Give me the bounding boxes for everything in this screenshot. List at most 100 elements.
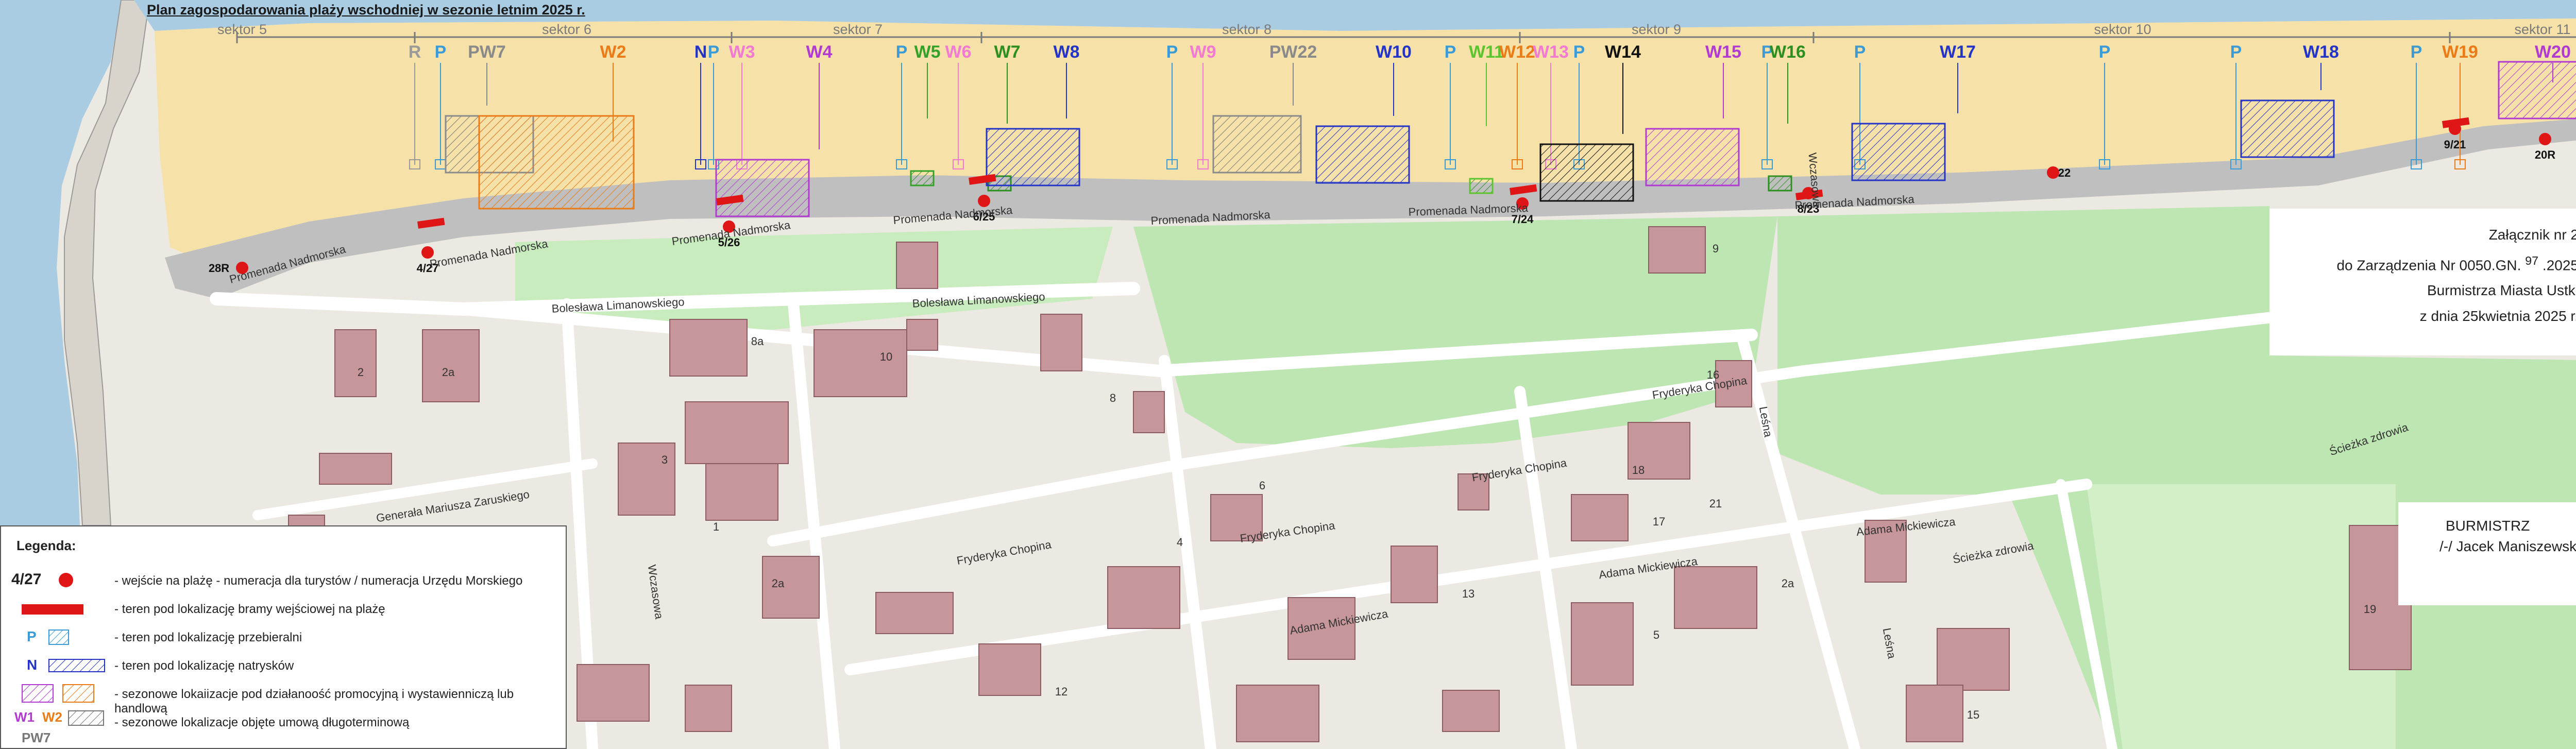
- building: [978, 643, 1041, 696]
- lot-label: PW22: [1269, 42, 1317, 62]
- lot-area: [1469, 178, 1494, 194]
- building: [1442, 690, 1500, 732]
- legend-pw-label: PW7: [22, 730, 51, 745]
- plot-number: 4: [1177, 536, 1183, 549]
- lot-area: [715, 159, 810, 217]
- plot-number: 16: [1707, 368, 1719, 381]
- attachment-line-4: z dnia 25kwietnia 2025 r.: [2419, 308, 2576, 324]
- signature-name: /-/ Jacek Maniszewski: [2439, 538, 2576, 554]
- legend-row-seasonal: - sezonowe lokaiizacje pod działanoość p…: [11, 681, 557, 716]
- entrance-dot: [2047, 166, 2059, 179]
- lot-label: W19: [2442, 42, 2478, 62]
- attachment-line-2: do Zarządzenia Nr 0050.GN. 97 .2025: [2336, 254, 2576, 274]
- lot-label: W16: [1770, 42, 1806, 62]
- plot-number: 9: [1713, 242, 1719, 255]
- lot-label: P: [435, 42, 447, 62]
- legend-symbol-seasonal: [11, 681, 109, 707]
- building: [1937, 628, 2010, 691]
- legend-text-changing: - teren pod lokalizację przebieralni: [114, 631, 302, 644]
- lot-label: PW7: [468, 42, 506, 62]
- building: [1107, 566, 1180, 629]
- lot-label: P: [708, 42, 720, 62]
- legend-text-entrance: - wejście na plażę - numeracja dla turys…: [114, 574, 523, 588]
- lot-area: [1315, 125, 1410, 184]
- lot-label: P: [1166, 42, 1178, 62]
- lot-label: W2: [600, 42, 626, 62]
- shower-hatch-icon: [48, 659, 105, 672]
- legend-row-shower: N - teren pod lokalizację natrysków: [11, 653, 557, 678]
- building: [685, 685, 732, 732]
- lot-label: P: [2230, 42, 2242, 62]
- legend-text-longterm: - sezonowe lokalizacje objęte umową dług…: [114, 716, 410, 729]
- lot-label: W3: [729, 42, 755, 62]
- legend-title: Legenda:: [16, 538, 76, 553]
- lot-area: [2240, 99, 2335, 158]
- plot-number: 2a: [1782, 577, 1794, 590]
- building: [685, 401, 789, 464]
- building: [1133, 391, 1165, 433]
- lot-label: W9: [1190, 42, 1216, 62]
- legend-row-entrance: 4/27 - wejście na plażę - numeracja dla …: [11, 568, 557, 593]
- lot-area: [910, 170, 935, 186]
- building: [1674, 566, 1757, 629]
- lot-area: [1768, 175, 1792, 192]
- entrance-label: 22: [2058, 166, 2071, 179]
- sector-label: sektor 9: [1632, 22, 1681, 37]
- building: [705, 463, 778, 521]
- legend-shower-label: N: [27, 657, 38, 673]
- building: [669, 319, 748, 377]
- lot-label: W18: [2303, 42, 2339, 62]
- building: [1906, 685, 1963, 742]
- plot-number: 8: [1110, 391, 1116, 404]
- building: [1391, 546, 1438, 603]
- lot-label: W14: [1605, 42, 1641, 62]
- plot-number: 18: [1632, 464, 1645, 476]
- attachment-line-3: Burmistrza Miasta Ustki: [2427, 282, 2576, 298]
- gate-bar-icon: [22, 604, 83, 615]
- page-title: Plan zagospodarowania plaży wschodniej w…: [147, 2, 585, 18]
- lot-area: [478, 115, 635, 210]
- beach-entrance: 22: [2047, 166, 2071, 179]
- lot-label: P: [1573, 42, 1585, 62]
- changing-hatch-icon: [48, 629, 69, 645]
- lot-label: P: [2099, 42, 2111, 62]
- lot-area: [1539, 143, 1634, 202]
- attachment-line-1: Załącznik nr 2: [2488, 227, 2576, 243]
- attachment-prefix: do Zarządzenia Nr 0050.GN.: [2336, 257, 2521, 274]
- attachment-suffix: .2025: [2542, 257, 2576, 274]
- building: [1571, 602, 1634, 686]
- building: [1040, 314, 1082, 371]
- lot-label: W4: [806, 42, 833, 62]
- lot-label: W15: [1705, 42, 1741, 62]
- plot-number: 10: [880, 350, 892, 363]
- legend-entrance-label: 4/27: [11, 571, 42, 588]
- plot-number: 15: [1967, 708, 1979, 721]
- legend-symbol-longterm: W1 W2 PW7: [11, 709, 109, 748]
- lot-area: [986, 128, 1080, 186]
- lot-label: W5: [914, 42, 941, 62]
- lot-label: N: [694, 42, 707, 62]
- lot-label: W12: [1499, 42, 1535, 62]
- plot-number: 6: [1259, 479, 1265, 492]
- building: [1648, 226, 1706, 274]
- building: [896, 242, 938, 289]
- longterm-hatch-icon: [68, 710, 104, 726]
- lot-label: W17: [1940, 42, 1976, 62]
- sector-label: sektor 10: [2094, 22, 2151, 37]
- legend-symbol-changing: P: [11, 624, 109, 650]
- entrance-label: 28R: [209, 262, 229, 275]
- legend-text-shower: - teren pod lokalizację natrysków: [114, 659, 294, 673]
- lot-area: [1851, 123, 1946, 181]
- plot-number: 17: [1653, 515, 1665, 528]
- plot-number: 5: [1653, 628, 1659, 641]
- entrance-label: 9/21: [2444, 138, 2466, 151]
- entrance-dot: [2539, 133, 2551, 145]
- lot-area: [1212, 115, 1302, 174]
- building: [814, 329, 907, 397]
- legend-symbol-shower: N: [11, 653, 109, 678]
- lot-label: P: [896, 42, 908, 62]
- legend-row-gate: - teren pod lokalizację bramy wejściowej…: [11, 596, 557, 622]
- lot-label: W6: [945, 42, 972, 62]
- building: [875, 592, 954, 634]
- legend: Legenda: 4/27 - wejście na plażę - numer…: [0, 525, 567, 749]
